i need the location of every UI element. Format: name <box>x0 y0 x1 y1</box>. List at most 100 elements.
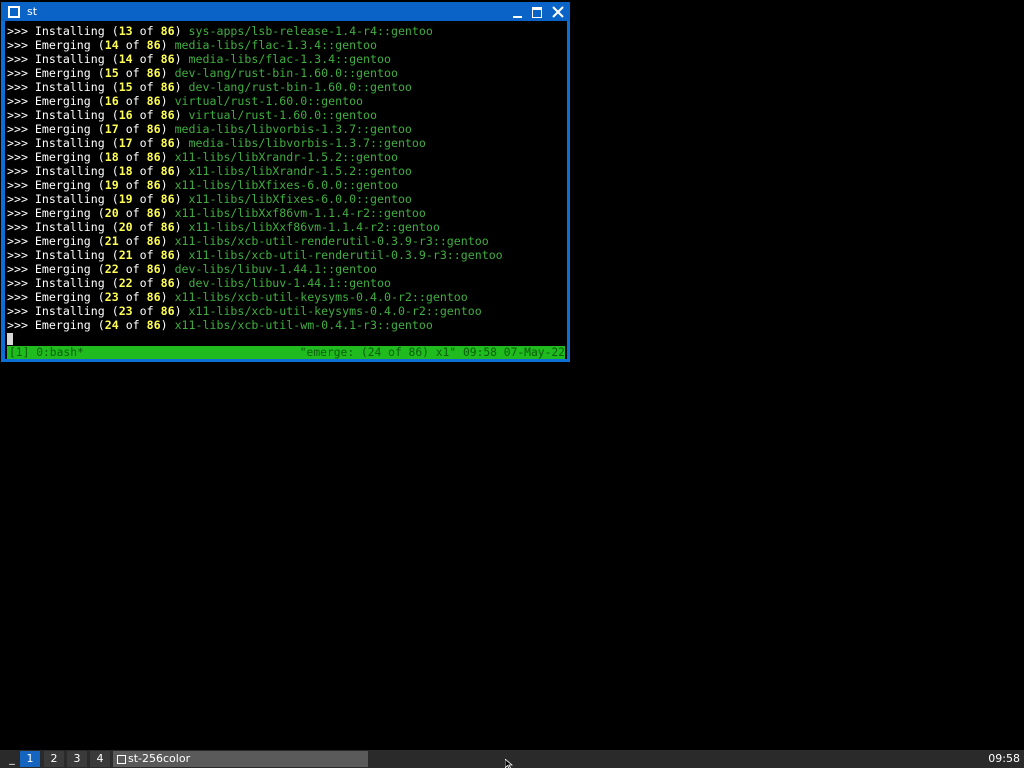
line-action: Emerging <box>34 206 91 220</box>
terminal-line: >>> Installing (13 of 86) sys-apps/lsb-r… <box>7 24 433 38</box>
line-package: x11-libs/xcb-util-renderutil-0.3.9-r3::g… <box>174 234 489 248</box>
line-action: Emerging <box>34 150 91 164</box>
line-action: Installing <box>34 136 105 150</box>
terminal-window[interactable]: st [1] 0:bash* "emerge: (24 of 86) x1" 0… <box>1 2 570 362</box>
line-current-count: 18 <box>104 150 119 164</box>
line-package: media-libs/libvorbis-1.3.7::gentoo <box>188 136 426 150</box>
terminal-line: >>> Installing (15 of 86) dev-lang/rust-… <box>7 80 412 94</box>
line-of: of <box>139 220 154 234</box>
status-session: [1] 0:bash* <box>9 346 84 359</box>
line-total-count: 86 <box>160 24 175 38</box>
line-of: of <box>139 248 154 262</box>
line-current-count: 16 <box>104 94 119 108</box>
maximize-button[interactable] <box>529 4 545 20</box>
line-current-count: 22 <box>118 276 133 290</box>
line-current-count: 21 <box>118 248 133 262</box>
terminal-line: >>> Emerging (24 of 86) x11-libs/xcb-uti… <box>7 318 433 332</box>
title-bar[interactable]: st <box>1 2 570 21</box>
line-action: Emerging <box>34 38 91 52</box>
close-button[interactable] <box>550 4 566 20</box>
line-of: of <box>139 52 154 66</box>
line-package: dev-lang/rust-bin-1.60.0::gentoo <box>188 80 412 94</box>
terminal-line: >>> Installing (17 of 86) media-libs/lib… <box>7 136 426 150</box>
line-of: of <box>139 24 154 38</box>
line-package: x11-libs/xcb-util-renderutil-0.3.9-r3::g… <box>188 248 503 262</box>
line-action: Emerging <box>34 318 91 332</box>
terminal-line: >>> Emerging (23 of 86) x11-libs/xcb-uti… <box>7 290 468 304</box>
line-prefix: >>> <box>7 38 35 52</box>
line-total-count: 86 <box>146 290 161 304</box>
tmux-status-bar: [1] 0:bash* "emerge: (24 of 86) x1" 09:5… <box>7 346 565 359</box>
workspace-3-button[interactable]: 3 <box>67 751 87 767</box>
minimize-icon <box>513 16 522 18</box>
line-total-count: 86 <box>160 108 175 122</box>
line-current-count: 15 <box>104 66 119 80</box>
line-action: Installing <box>34 304 105 318</box>
close-icon <box>552 6 564 18</box>
terminal-line: >>> Emerging (15 of 86) dev-lang/rust-bi… <box>7 66 398 80</box>
line-prefix: >>> <box>7 318 35 332</box>
line-prefix: >>> <box>7 52 35 66</box>
line-of: of <box>125 38 140 52</box>
terminal-line: >>> Emerging (17 of 86) media-libs/libvo… <box>7 122 412 136</box>
line-prefix: >>> <box>7 220 35 234</box>
mouse-pointer-icon <box>505 759 513 768</box>
line-package: media-libs/flac-1.3.4::gentoo <box>174 38 377 52</box>
workspace-1-button[interactable]: 1 <box>20 751 40 767</box>
status-info: "emerge: (24 of 86) x1" 09:58 07-May-22 <box>299 346 565 359</box>
line-total-count: 86 <box>146 262 161 276</box>
line-package: x11-libs/xcb-util-keysyms-0.4.0-r2::gent… <box>188 304 482 318</box>
line-current-count: 16 <box>118 108 133 122</box>
menu-button[interactable]: _ <box>6 750 18 768</box>
terminal-line: >>> Installing (22 of 86) dev-libs/libuv… <box>7 276 391 290</box>
line-of: of <box>125 318 140 332</box>
line-total-count: 86 <box>146 318 161 332</box>
terminal-output[interactable]: [1] 0:bash* "emerge: (24 of 86) x1" 09:5… <box>5 21 567 359</box>
task-label: st-256color <box>128 752 191 765</box>
line-action: Installing <box>34 52 105 66</box>
line-total-count: 86 <box>160 52 175 66</box>
terminal-line: >>> Emerging (18 of 86) x11-libs/libXran… <box>7 150 398 164</box>
line-action: Installing <box>34 192 105 206</box>
terminal-line: >>> Emerging (20 of 86) x11-libs/libXxf8… <box>7 206 426 220</box>
line-prefix: >>> <box>7 234 35 248</box>
line-action: Installing <box>34 24 105 38</box>
terminal-line: >>> Installing (14 of 86) media-libs/fla… <box>7 52 391 66</box>
line-current-count: 17 <box>118 136 133 150</box>
line-of: of <box>125 262 140 276</box>
window-icon[interactable] <box>8 6 20 18</box>
line-of: of <box>125 290 140 304</box>
line-total-count: 86 <box>146 206 161 220</box>
clock: 09:58 <box>988 752 1020 765</box>
line-action: Emerging <box>34 66 91 80</box>
minimize-button[interactable] <box>509 4 525 20</box>
line-total-count: 86 <box>146 150 161 164</box>
text-cursor <box>7 333 13 345</box>
line-package: media-libs/flac-1.3.4::gentoo <box>188 52 391 66</box>
line-total-count: 86 <box>160 164 175 178</box>
line-of: of <box>139 164 154 178</box>
line-total-count: 86 <box>160 248 175 262</box>
terminal-line: >>> Installing (18 of 86) x11-libs/libXr… <box>7 164 412 178</box>
line-of: of <box>139 136 154 150</box>
line-action: Installing <box>34 80 105 94</box>
line-total-count: 86 <box>146 234 161 248</box>
line-package: sys-apps/lsb-release-1.4-r4::gentoo <box>188 24 433 38</box>
line-package: dev-lang/rust-bin-1.60.0::gentoo <box>174 66 398 80</box>
line-current-count: 20 <box>104 206 119 220</box>
line-action: Installing <box>34 164 105 178</box>
line-package: virtual/rust-1.60.0::gentoo <box>188 108 378 122</box>
terminal-line: >>> Emerging (14 of 86) media-libs/flac-… <box>7 38 377 52</box>
workspace-4-button[interactable]: 4 <box>90 751 110 767</box>
line-current-count: 14 <box>104 38 119 52</box>
line-total-count: 86 <box>146 66 161 80</box>
line-package: x11-libs/xcb-util-keysyms-0.4.0-r2::gent… <box>174 290 468 304</box>
line-of: of <box>125 178 140 192</box>
line-action: Emerging <box>34 122 91 136</box>
terminal-line: >>> Installing (23 of 86) x11-libs/xcb-u… <box>7 304 482 318</box>
workspace-2-button[interactable]: 2 <box>44 751 64 767</box>
line-package: x11-libs/libXrandr-1.5.2::gentoo <box>174 150 398 164</box>
line-package: x11-libs/xcb-util-wm-0.4.1-r3::gentoo <box>174 318 433 332</box>
taskbar-task-st[interactable]: st-256color <box>113 751 368 767</box>
line-package: x11-libs/libXfixes-6.0.0::gentoo <box>174 178 398 192</box>
